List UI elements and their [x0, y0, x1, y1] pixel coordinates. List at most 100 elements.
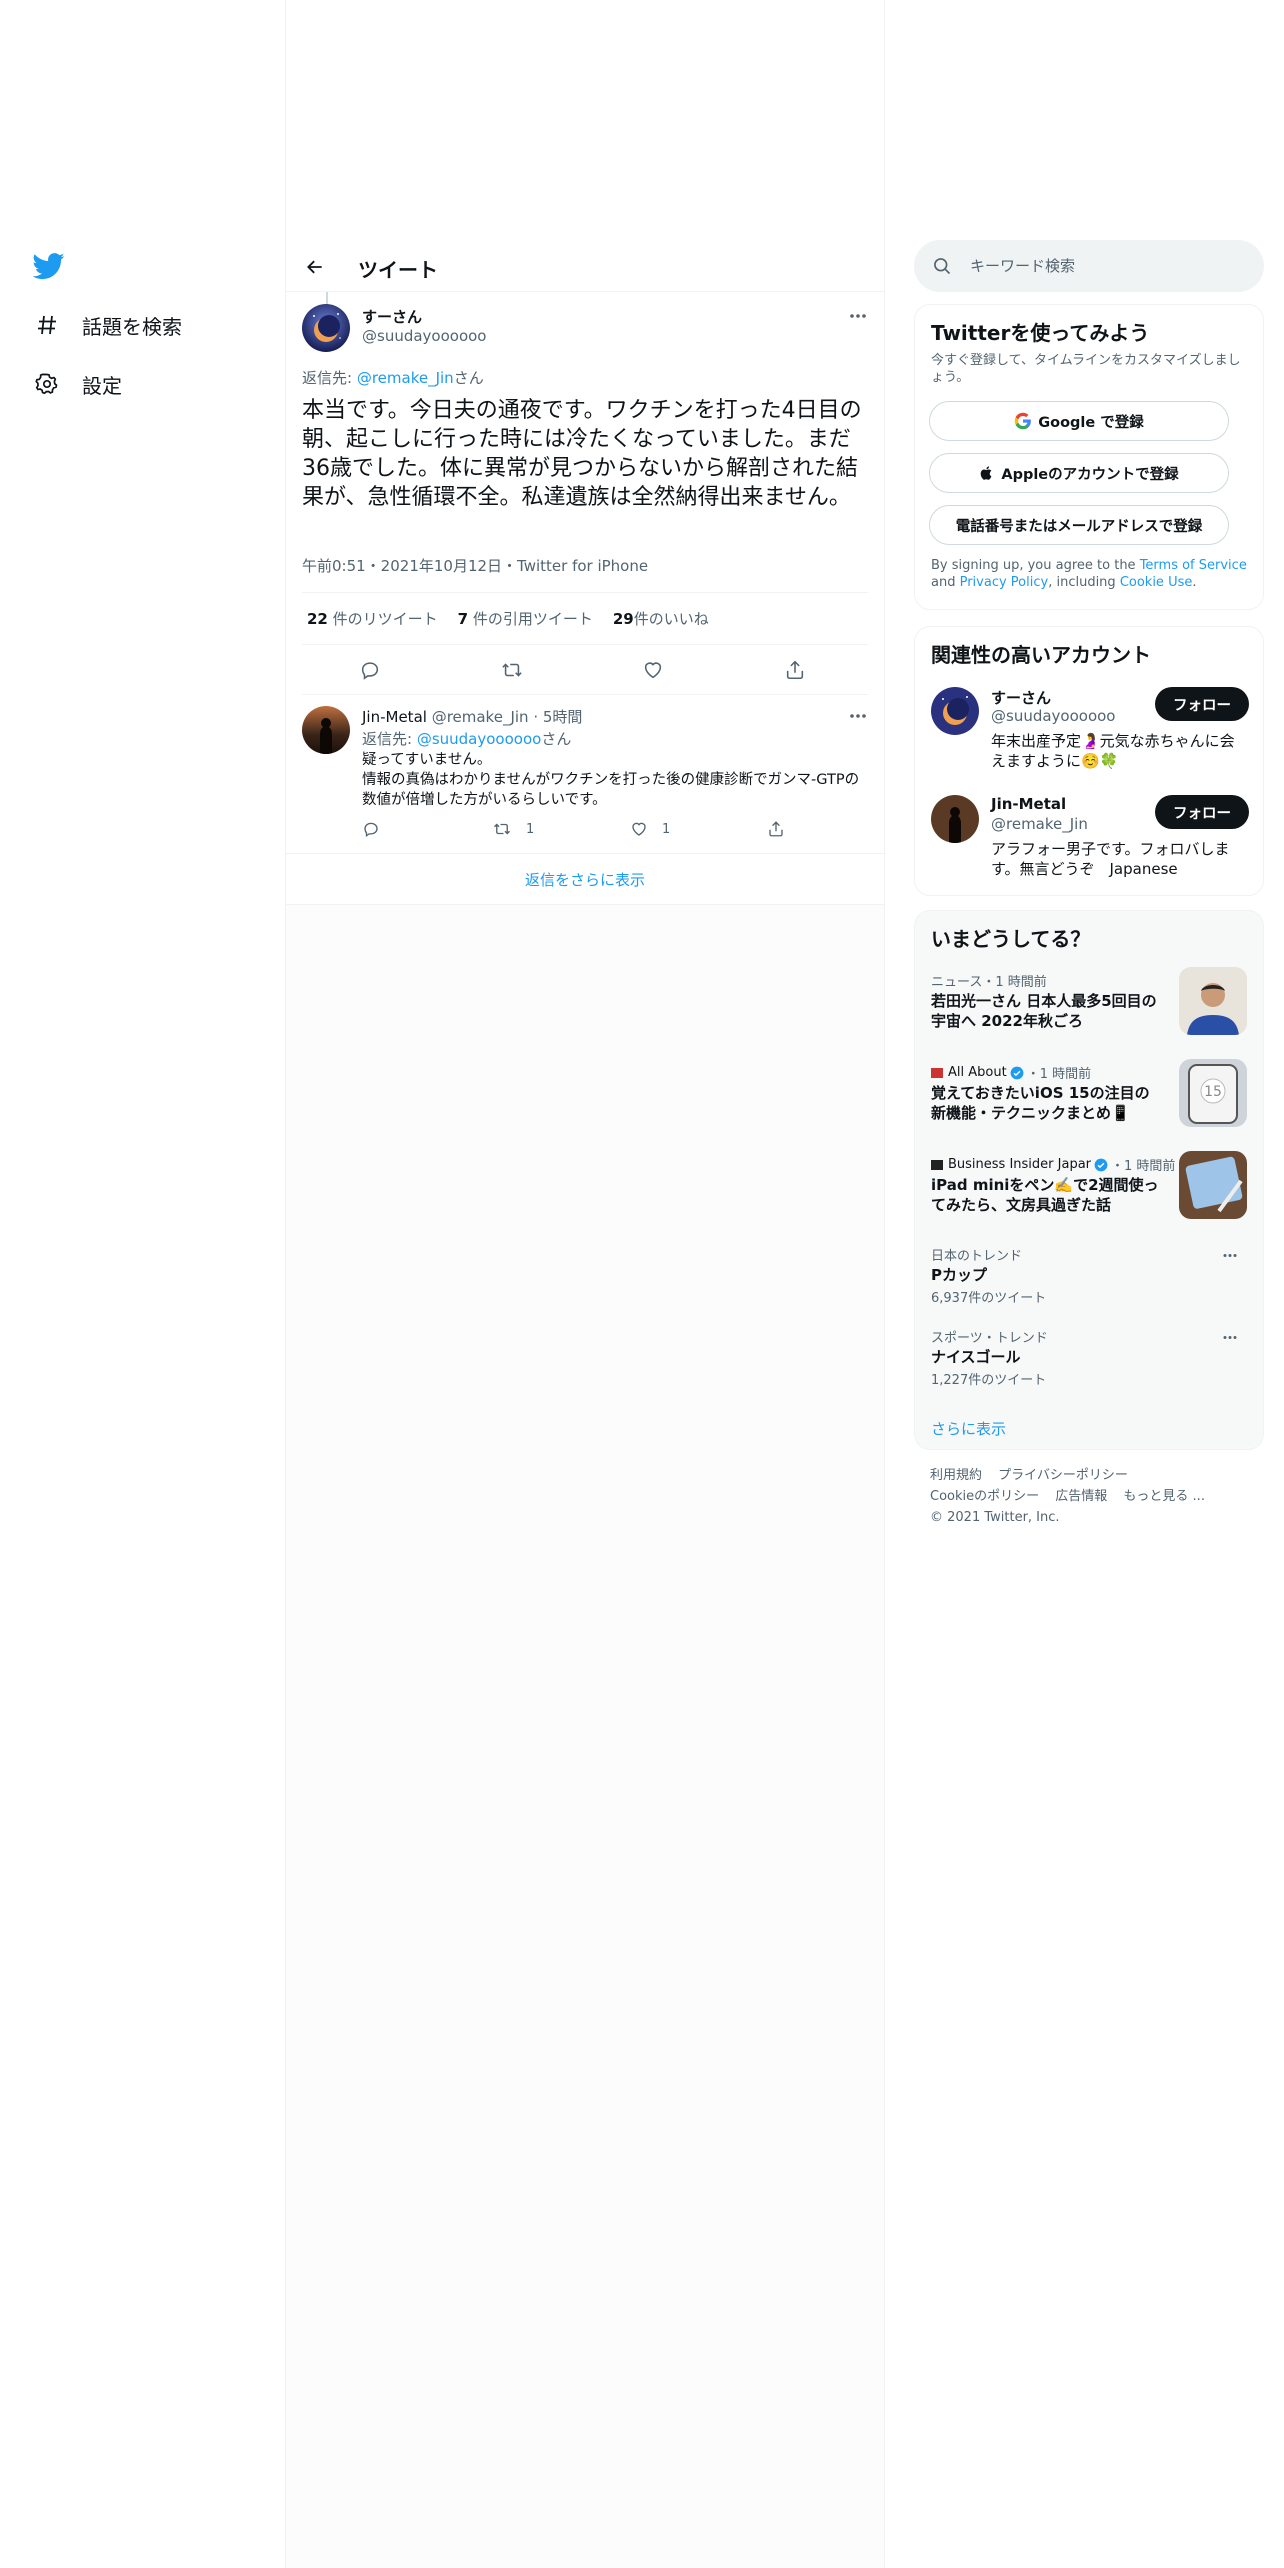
like-count: 1	[662, 821, 671, 837]
apple-signup-button[interactable]: Appleのアカウントで登録	[929, 453, 1229, 493]
reply-icon	[364, 822, 378, 838]
reply-to-suffix: さん	[453, 369, 484, 387]
more-options-button[interactable]	[1215, 1245, 1245, 1265]
footer-link-terms[interactable]: 利用規約	[930, 1468, 982, 1483]
retweet-button[interactable]: 1	[492, 820, 534, 838]
verified-badge-icon	[1094, 1158, 1108, 1172]
more-options-button[interactable]	[1215, 1327, 1245, 1347]
copyright: © 2021 Twitter, Inc.	[930, 1510, 1060, 1525]
signup-title: Twitterを使ってみよう	[931, 321, 1150, 345]
footer-link-ads[interactable]: 広告情報	[1055, 1489, 1107, 1504]
retweet-count[interactable]: 22 件のリツイート	[307, 608, 438, 629]
trend-item[interactable]: Business Insider Japar ・1 時間前 iPad miniを…	[915, 1151, 1263, 1235]
trend-item[interactable]: All About ・1 時間前 覚えておきたいiOS 15の注目の新機能・テク…	[915, 1059, 1263, 1143]
search-icon	[932, 256, 952, 276]
reply-text-line: 疑ってすいません。	[362, 752, 492, 768]
nav-item-label: 設定	[82, 373, 122, 398]
nav-item-label: 話題を検索	[82, 314, 182, 339]
author-handle[interactable]: @suudayoooooo	[362, 327, 486, 345]
retweet-button[interactable]	[499, 657, 525, 683]
reply-to-prefix: 返信先:	[362, 730, 417, 748]
avatar[interactable]	[931, 687, 979, 735]
account-name[interactable]: すーさん	[991, 687, 1051, 708]
author-name[interactable]: すーさん	[362, 306, 422, 327]
like-button[interactable]	[640, 657, 666, 683]
trend-count: 1,227件のツイート	[931, 1373, 1047, 1388]
tweet-timestamp[interactable]: 午前0:51・2021年10月12日・Twitter for iPhone	[302, 555, 648, 576]
trend-meta: Business Insider Japar ・1 時間前	[931, 1155, 1175, 1174]
reply-to-handle-link[interactable]: @suudayoooooo	[417, 730, 541, 748]
trends-card: いまどうしてる？ ニュース・1 時間前 若田光一さん 日本人最多5回目の宇宙へ …	[914, 910, 1264, 1450]
more-options-button[interactable]	[843, 706, 873, 726]
search-input[interactable]	[970, 252, 1240, 280]
twitter-logo-icon[interactable]	[32, 250, 65, 282]
back-button[interactable]	[300, 252, 330, 282]
footer-link-more[interactable]: もっと見る ...	[1123, 1489, 1205, 1504]
account-bio: 年末出産予定🤰元気な赤ちゃんに会えますように☺️🍀	[991, 732, 1235, 770]
quote-count[interactable]: 7 件の引用ツイート	[458, 608, 593, 629]
trend-title: 覚えておきたいiOS 15の注目の新機能・テクニックまとめ📱	[931, 1084, 1150, 1122]
nav-item-settings[interactable]: 設定	[34, 364, 122, 404]
heart-icon	[632, 822, 646, 836]
avatar[interactable]	[302, 706, 350, 754]
trend-title: iPad miniをペン✍️で2週間使ってみたら、文房具過ぎた話	[931, 1176, 1159, 1214]
google-signup-button[interactable]: Google で登録	[929, 401, 1229, 441]
like-button[interactable]: 1	[630, 820, 670, 838]
follow-button[interactable]: フォロー	[1155, 687, 1249, 721]
avatar[interactable]	[931, 795, 979, 843]
reply-text-line: 情報の真偽はわかりませんがワクチンを打った後の健康診断でガンマ-GTPの数値が倍…	[362, 772, 860, 808]
share-button[interactable]	[782, 657, 808, 683]
like-count[interactable]: 29件のいいね	[613, 608, 709, 629]
account-bio: アラフォー男子です。フォロバします。無言どうぞ Japanese	[991, 840, 1230, 878]
reply-text: 疑ってすいません。 情報の真偽はわかりませんがワクチンを打った後の健康診断でガン…	[362, 750, 867, 810]
terms-text: .	[1192, 575, 1197, 590]
reply-to-handle-link[interactable]: @remake_Jin	[357, 369, 454, 387]
trend-item[interactable]: 日本のトレンド Pカップ 6,937件のツイート	[915, 1245, 1263, 1315]
apple-icon	[979, 464, 995, 482]
account-item[interactable]: すーさん @suudayoooooo 年末出産予定🤰元気な赤ちゃんに会えますよう…	[915, 687, 1263, 797]
account-handle[interactable]: @remake_Jin	[991, 815, 1088, 833]
reply-tweet[interactable]: Jin-Metal @remake_Jin · 5時間 返信先: @suuday…	[286, 696, 884, 854]
trend-source: All About	[948, 1065, 1007, 1080]
show-more-trends-link[interactable]: さらに表示	[931, 1418, 1006, 1439]
retweet-icon	[502, 663, 522, 677]
business-insider-logo-icon	[931, 1159, 943, 1170]
trend-title: 若田光一さん 日本人最多5回目の宇宙へ 2022年秋ごろ	[931, 992, 1157, 1030]
footer-link-privacy[interactable]: プライバシーポリシー	[998, 1468, 1128, 1483]
right-sidebar: Twitterを使ってみよう 今すぐ登録して、タイムラインをカスタマイズしましょ…	[914, 0, 1264, 2568]
author-name[interactable]: Jin-Metal	[362, 708, 427, 726]
retweet-icon	[494, 823, 510, 835]
trend-image	[1179, 967, 1247, 1035]
search-box[interactable]	[914, 240, 1264, 292]
page-header: ツイート	[286, 240, 884, 292]
nav-item-explore[interactable]: 話題を検索	[34, 305, 182, 345]
retweet-count: 1	[526, 821, 535, 837]
show-more-replies-link[interactable]: 返信をさらに表示	[286, 855, 884, 905]
heart-icon	[644, 662, 662, 679]
trend-item[interactable]: ニュース・1 時間前 若田光一さん 日本人最多5回目の宇宙へ 2022年秋ごろ	[915, 967, 1263, 1051]
phone-email-signup-button[interactable]: 電話番号またはメールアドレスで登録	[929, 505, 1229, 545]
author-handle[interactable]: @remake_Jin	[427, 708, 529, 726]
terms-of-service-link[interactable]: Terms of Service	[1140, 558, 1247, 573]
reply-time[interactable]: · 5時間	[529, 708, 582, 726]
privacy-policy-link[interactable]: Privacy Policy	[960, 575, 1049, 590]
account-handle[interactable]: @suudayoooooo	[991, 707, 1115, 725]
main-column: ツイート すーさん @suudayoooooo 返信先: @remake_Jin…	[285, 0, 885, 2568]
relevant-accounts-card: 関連性の高いアカウント すーさん @suudayoooooo 年末出産予定🤰元気…	[914, 626, 1264, 896]
footer-link-cookies[interactable]: Cookieのポリシー	[930, 1489, 1039, 1504]
avatar[interactable]	[302, 304, 350, 352]
apple-signup-label: Appleのアカウントで登録	[1001, 466, 1179, 483]
trend-item[interactable]: スポーツ・トレンド ナイスゴール 1,227件のツイート	[915, 1327, 1263, 1397]
reply-button[interactable]	[357, 657, 383, 683]
reply-to-line: 返信先: @suudayooooooさん	[362, 728, 571, 749]
account-item[interactable]: Jin-Metal @remake_Jin アラフォー男子です。フォロバします。…	[915, 795, 1263, 905]
reply-button[interactable]	[362, 820, 380, 838]
relevant-accounts-title: 関連性の高いアカウント	[931, 643, 1151, 667]
more-options-button[interactable]	[843, 306, 873, 326]
page-title: ツイート	[358, 258, 438, 282]
account-name[interactable]: Jin-Metal	[991, 795, 1066, 813]
follow-button[interactable]: フォロー	[1155, 795, 1249, 829]
share-button[interactable]	[767, 820, 785, 838]
cookie-use-link[interactable]: Cookie Use	[1120, 575, 1193, 590]
trend-time: ・1 時間前	[1026, 1067, 1092, 1082]
